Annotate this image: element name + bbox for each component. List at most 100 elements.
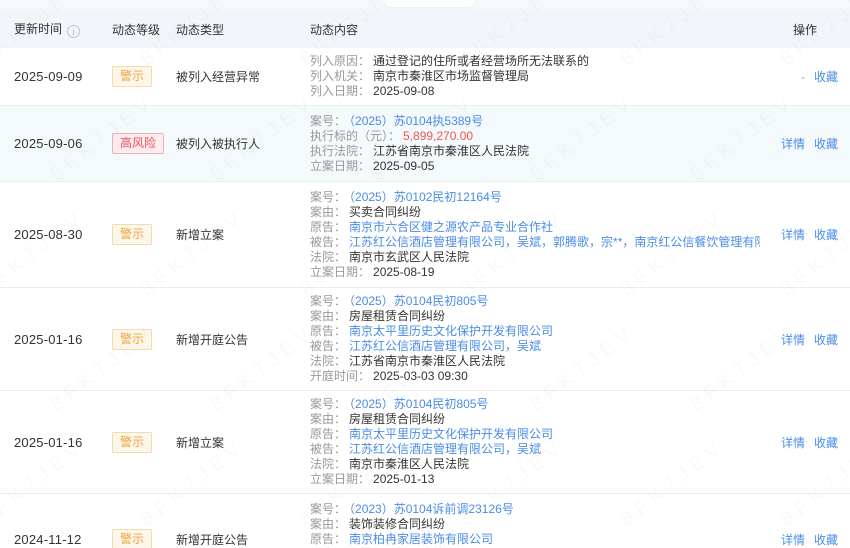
field-value: 通过登记的住所或者经营场所无法联系的 — [373, 54, 589, 68]
table-row: 2025-01-16 警示 新增立案 案号：（2025）苏0104民初805号案… — [0, 391, 850, 494]
table-body: 2025-09-09 警示 被列入经营异常 列入原因：通过登记的住所或者经营场所… — [0, 48, 850, 548]
favorite-link[interactable]: 收藏 — [814, 226, 838, 243]
field-value: 江苏省南京市秦淮区人民法院 — [373, 144, 529, 158]
favorite-link[interactable]: 收藏 — [814, 434, 838, 451]
table-row: 2025-08-30 警示 新增立案 案号：（2025）苏0102民初12164… — [0, 182, 850, 288]
no-action-dash: - — [801, 70, 805, 84]
top-strip — [0, 0, 850, 10]
event-content: 案号：（2025）苏0104执5389号执行标的（元）：5,899,270.00… — [310, 108, 760, 180]
update-date: 2024-11-12 — [14, 532, 82, 547]
event-content: 列入原因：通过登记的住所或者经营场所无法联系的列入机关：南京市秦淮区市场监督管理… — [310, 48, 760, 105]
column-header-label: 更新时间 — [14, 22, 62, 36]
scroll-pill — [385, 0, 475, 7]
entity-link[interactable]: （2025）苏0104执5389号 — [349, 114, 483, 128]
field-label: 原告： — [310, 427, 346, 441]
entity-link[interactable]: 南京柏冉家居装饰有限公司 — [349, 532, 493, 546]
field-value: 房屋租赁合同纠纷 — [349, 309, 445, 323]
table-header: 更新时间 i 动态等级 动态类型 动态内容 操作 — [0, 10, 850, 48]
field-label: 案由： — [310, 205, 346, 219]
field-label: 执行法院： — [310, 144, 370, 158]
detail-link[interactable]: 详情 — [781, 135, 805, 152]
field-label: 列入原因： — [310, 54, 370, 68]
field-label: 法院： — [310, 250, 346, 264]
field-label: 案由： — [310, 309, 346, 323]
row-actions: 详情收藏 — [760, 331, 850, 348]
column-header-level: 动态等级 — [112, 21, 176, 38]
event-type: 被列入被执行人 — [176, 137, 260, 151]
field-label: 执行标的（元）： — [310, 129, 400, 143]
table-row: 2025-09-06 高风险 被列入被执行人 案号：（2025）苏0104执53… — [0, 106, 850, 182]
field-value: 南京市玄武区人民法院 — [349, 250, 469, 264]
field-label: 法院： — [310, 354, 346, 368]
entity-link[interactable]: 江苏红公信酒店管理有限公司，吴斌 — [349, 442, 541, 456]
update-date: 2025-09-06 — [14, 136, 83, 151]
field-label: 列入机关： — [310, 69, 370, 83]
column-header-actions: 操作 — [760, 21, 850, 38]
entity-link[interactable]: （2025）苏0104民初805号 — [349, 397, 488, 411]
entity-link[interactable]: 南京市六合区健之源农产品专业合作社 — [349, 220, 553, 234]
field-label: 案号： — [310, 397, 346, 411]
detail-link[interactable]: 详情 — [781, 226, 805, 243]
field-label: 原告： — [310, 532, 346, 546]
favorite-link[interactable]: 收藏 — [814, 531, 838, 548]
field-label: 案号： — [310, 294, 346, 308]
field-label: 案号： — [310, 114, 346, 128]
detail-link[interactable]: 详情 — [781, 434, 805, 451]
risk-level-badge: 警示 — [112, 66, 152, 87]
favorite-link[interactable]: 收藏 — [814, 331, 838, 348]
field-label: 立案日期： — [310, 472, 370, 486]
row-actions: 详情收藏 — [760, 226, 850, 243]
field-label: 原告： — [310, 220, 346, 234]
entity-link[interactable]: （2025）苏0104民初805号 — [349, 294, 488, 308]
table-row: 2025-09-09 警示 被列入经营异常 列入原因：通过登记的住所或者经营场所… — [0, 48, 850, 106]
column-header-content: 动态内容 — [310, 21, 760, 38]
field-label: 立案日期： — [310, 265, 370, 279]
event-content: 案号：（2023）苏0104诉前调23126号案由：装饰装修合同纠纷原告：南京柏… — [310, 496, 760, 548]
field-label: 开庭时间： — [310, 369, 370, 383]
field-label: 案号： — [310, 190, 346, 204]
entity-link[interactable]: （2025）苏0102民初12164号 — [349, 190, 502, 204]
row-actions: -收藏 — [760, 68, 850, 85]
risk-level-badge: 警示 — [112, 432, 152, 453]
field-label: 立案日期： — [310, 159, 370, 173]
column-header-update-time: 更新时间 i — [0, 20, 112, 38]
entity-link[interactable]: 江苏红公信酒店管理有限公司，吴斌 — [349, 339, 541, 353]
field-label: 原告： — [310, 324, 346, 338]
entity-link[interactable]: （2023）苏0104诉前调23126号 — [349, 502, 514, 516]
field-value: 2025-09-05 — [373, 159, 434, 173]
risk-level-badge: 警示 — [112, 224, 152, 245]
detail-link[interactable]: 详情 — [781, 331, 805, 348]
field-label: 被告： — [310, 339, 346, 353]
row-actions: 详情收藏 — [760, 531, 850, 548]
event-type: 新增立案 — [176, 228, 224, 242]
table-row: 2024-11-12 警示 新增开庭公告 案号：（2023）苏0104诉前调23… — [0, 494, 850, 548]
row-actions: 详情收藏 — [760, 434, 850, 451]
field-label: 被告： — [310, 235, 346, 249]
field-value: 江苏省南京市秦淮区人民法院 — [349, 354, 505, 368]
entity-link[interactable]: 南京太平里历史文化保护开发有限公司 — [349, 427, 553, 441]
field-value: 南京市秦淮区市场监督管理局 — [373, 69, 529, 83]
event-content: 案号：（2025）苏0104民初805号案由：房屋租赁合同纠纷原告：南京太平里历… — [310, 391, 760, 493]
field-value: 房屋租赁合同纠纷 — [349, 412, 445, 426]
row-actions: 详情收藏 — [760, 135, 850, 152]
field-value: 2025-09-08 — [373, 84, 434, 98]
entity-link[interactable]: 南京太平里历史文化保护开发有限公司 — [349, 324, 553, 338]
detail-link[interactable]: 详情 — [781, 531, 805, 548]
table-row: 2025-01-16 警示 新增开庭公告 案号：（2025）苏0104民初805… — [0, 288, 850, 391]
amount-value: 5,899,270.00 — [403, 129, 473, 143]
favorite-link[interactable]: 收藏 — [814, 135, 838, 152]
entity-link[interactable]: 江苏红公信酒店管理有限公司，吴斌，郭腾歌，宗**，南京红公信餐饮管理有限公司 — [349, 235, 760, 249]
field-value: 装饰装修合同纠纷 — [349, 517, 445, 531]
field-label: 案由： — [310, 412, 346, 426]
update-date: 2025-08-30 — [14, 227, 83, 242]
field-label: 案由： — [310, 517, 346, 531]
column-header-type: 动态类型 — [176, 21, 310, 38]
field-value: 买卖合同纠纷 — [349, 205, 421, 219]
favorite-link[interactable]: 收藏 — [814, 68, 838, 85]
event-type: 新增开庭公告 — [176, 533, 248, 547]
field-label: 法院： — [310, 457, 346, 471]
info-icon[interactable]: i — [67, 25, 80, 38]
risk-level-badge: 警示 — [112, 329, 152, 350]
event-type: 被列入经营异常 — [176, 70, 260, 84]
field-label: 案号： — [310, 502, 346, 516]
